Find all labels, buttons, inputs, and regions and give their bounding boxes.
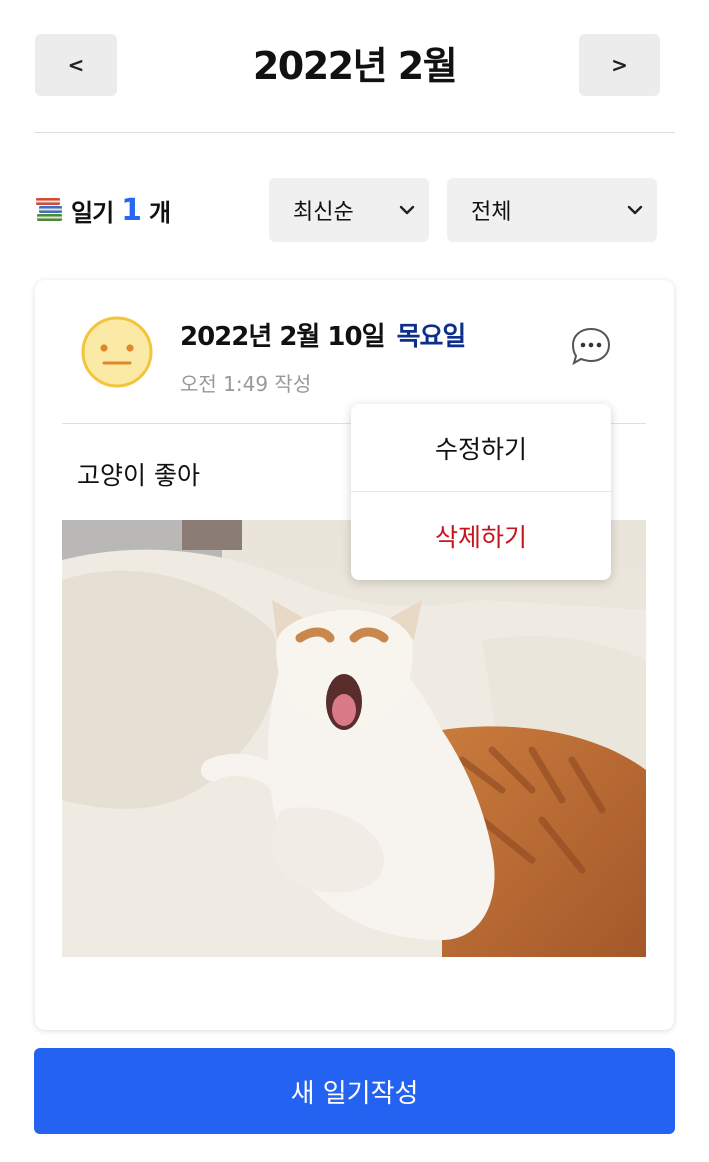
count-prefix: 일기 bbox=[71, 198, 114, 227]
count-number: 1 bbox=[121, 192, 142, 228]
entry-date-text: 2022년 2월 10일 bbox=[180, 322, 385, 352]
delete-menu-item[interactable]: 삭제하기 bbox=[351, 492, 611, 580]
diary-count: 일기 1 개 bbox=[35, 190, 171, 230]
count-suffix: 개 bbox=[149, 198, 171, 227]
filter-select-value: 전체 bbox=[471, 200, 512, 225]
next-month-button[interactable]: > bbox=[579, 34, 660, 96]
chevron-down-icon bbox=[627, 205, 643, 215]
entry-weekday: 목요일 bbox=[396, 322, 467, 352]
edit-menu-item[interactable]: 수정하기 bbox=[351, 404, 611, 492]
new-entry-label: 새 일기작성 bbox=[290, 1078, 419, 1109]
chevron-down-icon bbox=[399, 205, 415, 215]
entry-text: 고양이 좋아 bbox=[77, 461, 200, 490]
neutral-face-icon bbox=[81, 316, 153, 388]
sort-select[interactable]: 최신순 bbox=[269, 178, 429, 242]
more-options-icon[interactable] bbox=[570, 326, 612, 366]
filter-select[interactable]: 전체 bbox=[447, 178, 657, 242]
sort-select-value: 최신순 bbox=[293, 200, 354, 225]
entry-time: 오전 1:49 작성 bbox=[180, 372, 312, 396]
edit-label: 수정하기 bbox=[434, 434, 527, 464]
cat-photo-illustration bbox=[62, 520, 646, 957]
header-divider bbox=[35, 132, 675, 133]
books-icon bbox=[36, 198, 62, 221]
entry-photo bbox=[62, 520, 646, 957]
diary-entry-card: 2022년 2월 10일 목요일 오전 1:49 작성 고양이 좋아 bbox=[35, 280, 674, 1030]
new-entry-button[interactable]: 새 일기작성 bbox=[34, 1048, 675, 1134]
next-month-label: > bbox=[611, 53, 628, 77]
entry-options-menu: 수정하기 삭제하기 bbox=[351, 404, 611, 580]
delete-label: 삭제하기 bbox=[434, 523, 527, 552]
entry-date: 2022년 2월 10일 목요일 bbox=[180, 316, 467, 353]
